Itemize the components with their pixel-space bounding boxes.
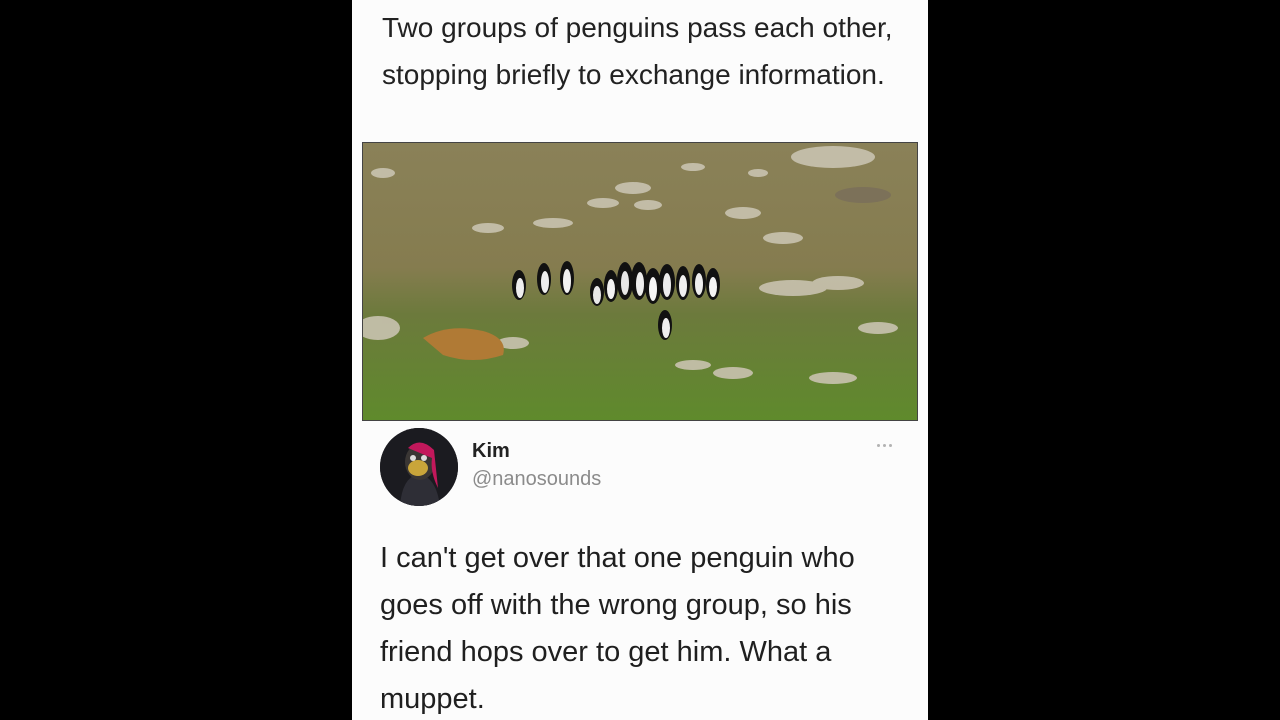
meme-panel: Two groups of penguins pass each other, … [352,0,928,720]
avatar[interactable] [380,428,458,506]
tweet-text: I can't get over that one penguin who go… [380,542,855,715]
user-handle[interactable]: @nanosounds [472,468,601,491]
penguin-photo [362,142,918,421]
display-name[interactable]: Kim [472,440,510,463]
tweet-header: Kim @nanosounds [380,428,910,508]
post-caption: Two groups of penguins pass each other, … [382,12,893,90]
more-options-icon[interactable] [870,438,898,452]
